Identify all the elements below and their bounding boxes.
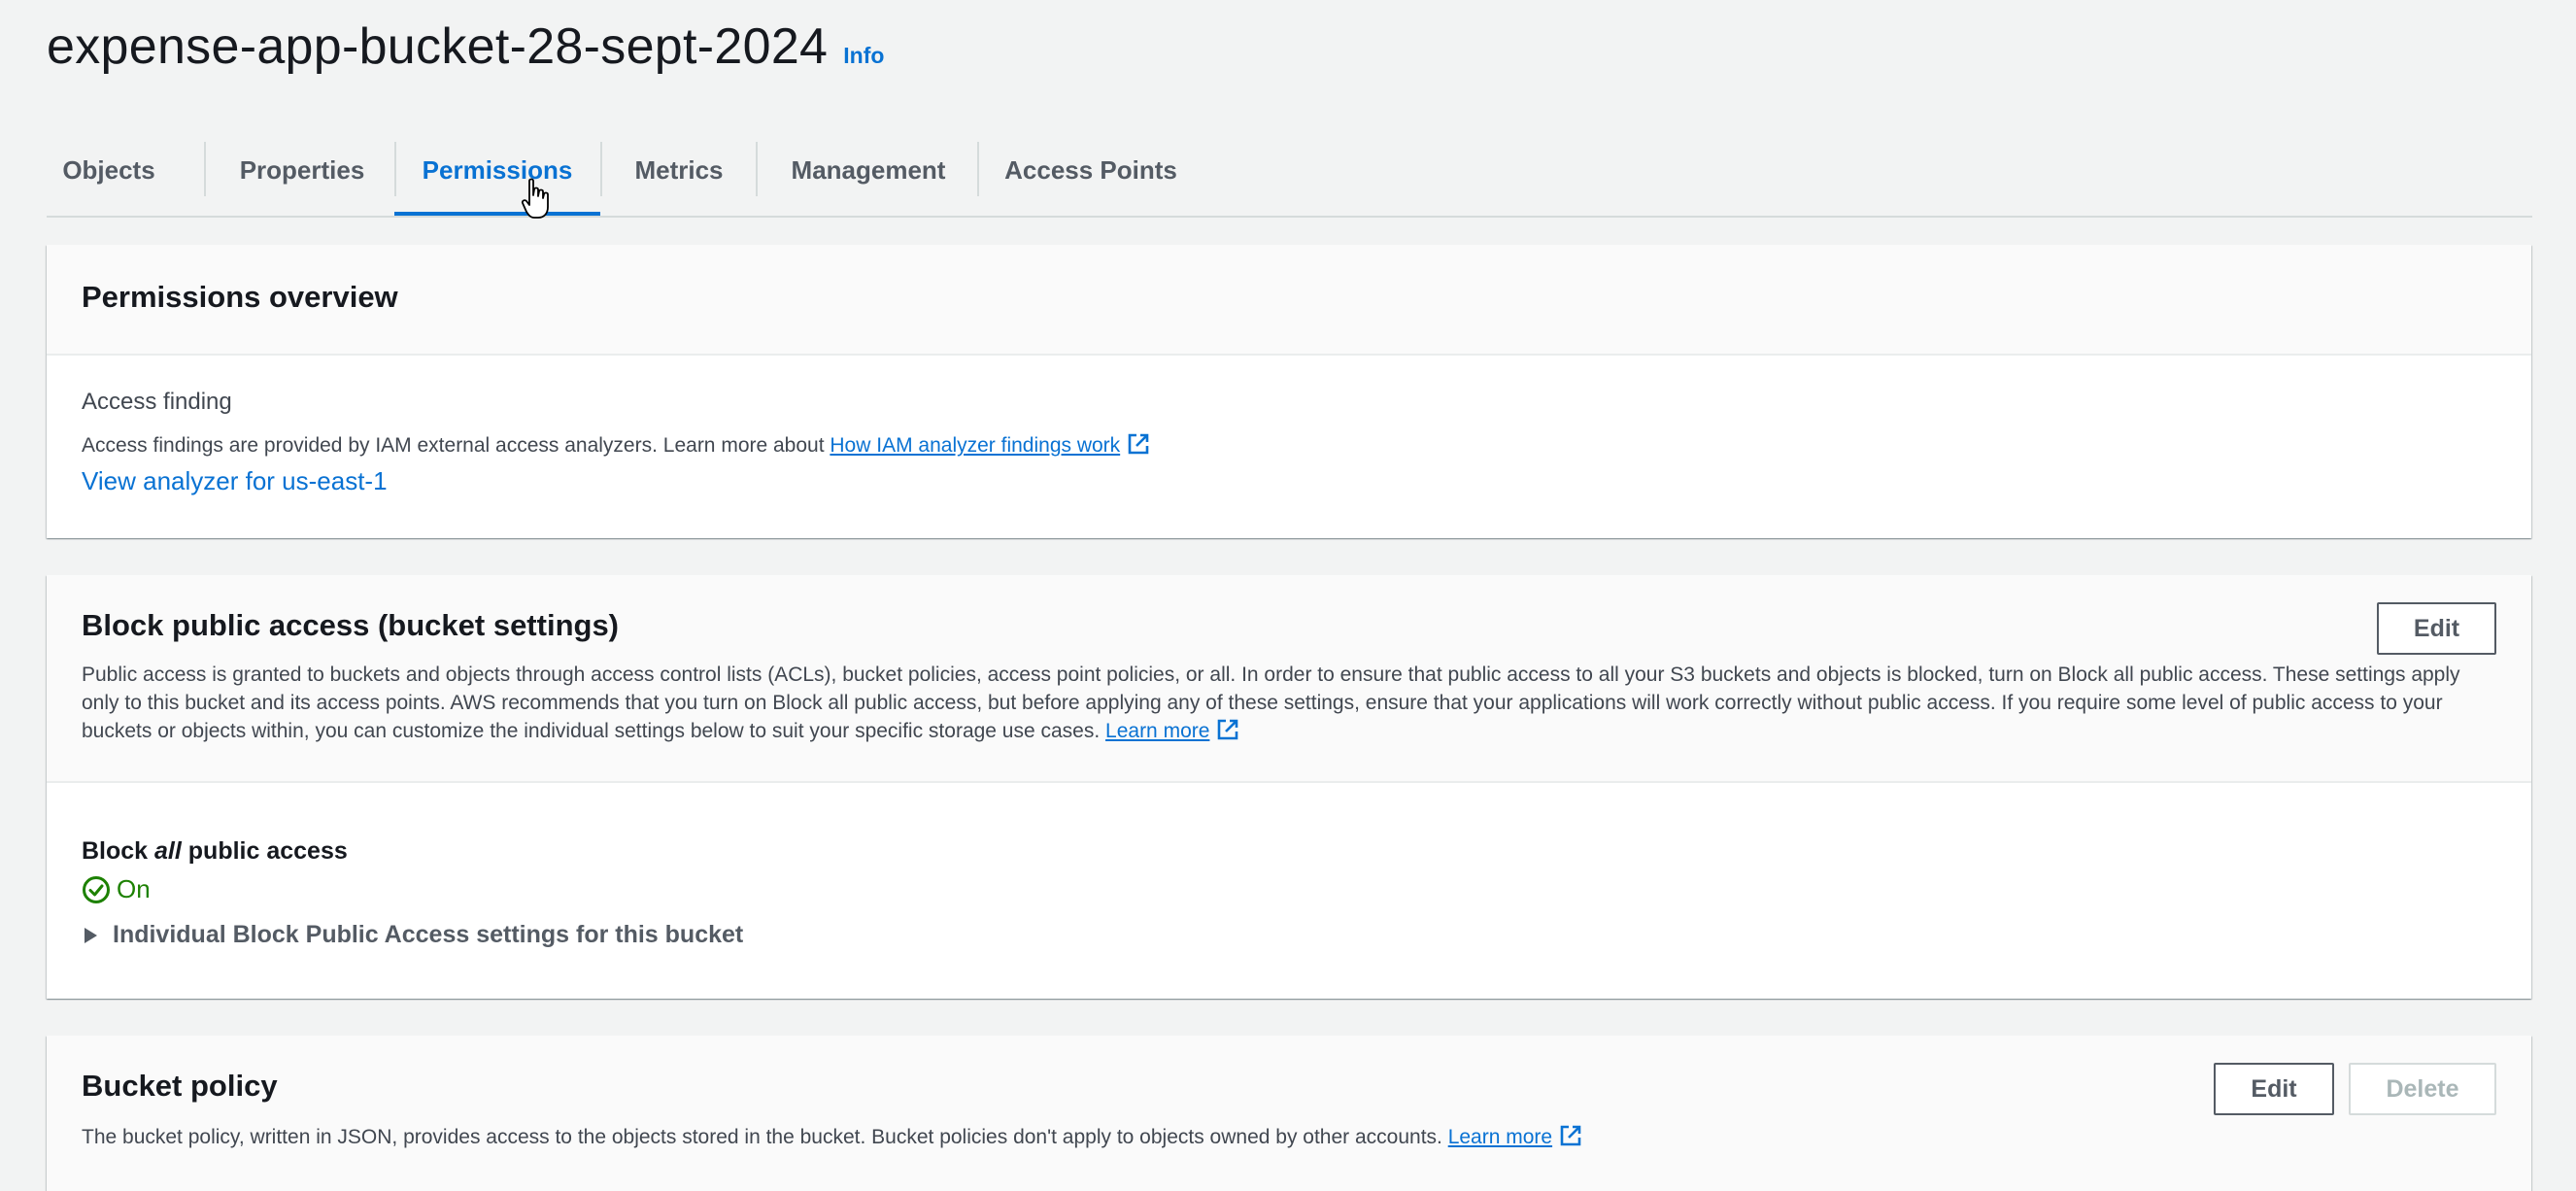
access-finding-description: Access findings are provided by IAM exte…	[82, 431, 1151, 459]
label-emphasis: all	[154, 837, 182, 865]
link-text: How IAM analyzer findings work	[830, 434, 1121, 457]
tab-bar: Objects Properties Permissions Metrics M…	[47, 126, 2532, 218]
panel-header: Bucket policy Edit Delete The bucket pol…	[47, 1036, 2531, 1191]
page-title: expense-app-bucket-28-sept-2024	[47, 18, 829, 75]
tab-management[interactable]: Management	[758, 126, 979, 214]
page-header: expense-app-bucket-28-sept-2024 Info	[47, 17, 884, 76]
bucket-policy-description: The bucket policy, written in JSON, prov…	[82, 1123, 1583, 1151]
external-link-icon[interactable]	[1215, 717, 1240, 742]
view-analyzer-link[interactable]: View analyzer for us-east-1	[82, 466, 388, 496]
iam-analyzer-findings-link[interactable]: How IAM analyzer findings work	[830, 434, 1120, 457]
edit-bucket-policy-button[interactable]: Edit	[2214, 1063, 2334, 1115]
tab-access-points[interactable]: Access Points	[979, 126, 1203, 214]
external-link-icon[interactable]	[1126, 431, 1151, 457]
caret-right-icon	[85, 927, 97, 943]
block-public-access-description: Public access is granted to buckets and …	[82, 661, 2461, 745]
panel-header: Permissions overview	[47, 245, 2531, 356]
description-text: Public access is granted to buckets and …	[82, 664, 2460, 742]
panel-title: Block public access (bucket settings)	[82, 608, 620, 642]
learn-more-link[interactable]: Learn more	[1105, 720, 1209, 742]
status-value: On	[117, 874, 151, 903]
panel-title: Bucket policy	[82, 1069, 278, 1103]
block-all-status: On	[82, 874, 151, 904]
description-text: Access findings are provided by IAM exte…	[82, 434, 830, 457]
external-link-icon[interactable]	[1558, 1123, 1583, 1148]
learn-more-link[interactable]: Learn more	[1448, 1126, 1552, 1148]
expander-label: Individual Block Public Access settings …	[113, 921, 744, 948]
panel-header: Block public access (bucket settings) Ed…	[47, 575, 2531, 783]
tab-metrics[interactable]: Metrics	[602, 126, 756, 214]
pointer-cursor-icon	[521, 178, 549, 219]
description-text: The bucket policy, written in JSON, prov…	[82, 1126, 1448, 1148]
label-suffix: public access	[181, 837, 348, 865]
block-all-public-access-label: Block all public access	[82, 837, 348, 866]
info-link[interactable]: Info	[843, 43, 884, 69]
tab-properties[interactable]: Properties	[206, 126, 398, 214]
panel-title: Permissions overview	[82, 280, 398, 314]
block-public-access-panel: Block public access (bucket settings) Ed…	[47, 575, 2531, 999]
check-circle-icon	[83, 875, 110, 903]
access-finding-label: Access finding	[82, 389, 232, 415]
permissions-overview-panel: Permissions overview Access finding Acce…	[47, 245, 2531, 538]
tab-permissions[interactable]: Permissions	[394, 126, 600, 216]
tab-objects[interactable]: Objects	[47, 126, 171, 214]
label-prefix: Block	[82, 837, 155, 865]
edit-block-public-access-button[interactable]: Edit	[2377, 602, 2496, 655]
bucket-policy-panel: Bucket policy Edit Delete The bucket pol…	[47, 1036, 2531, 1191]
individual-settings-expander[interactable]: Individual Block Public Access settings …	[82, 921, 743, 949]
delete-bucket-policy-button[interactable]: Delete	[2349, 1063, 2496, 1115]
